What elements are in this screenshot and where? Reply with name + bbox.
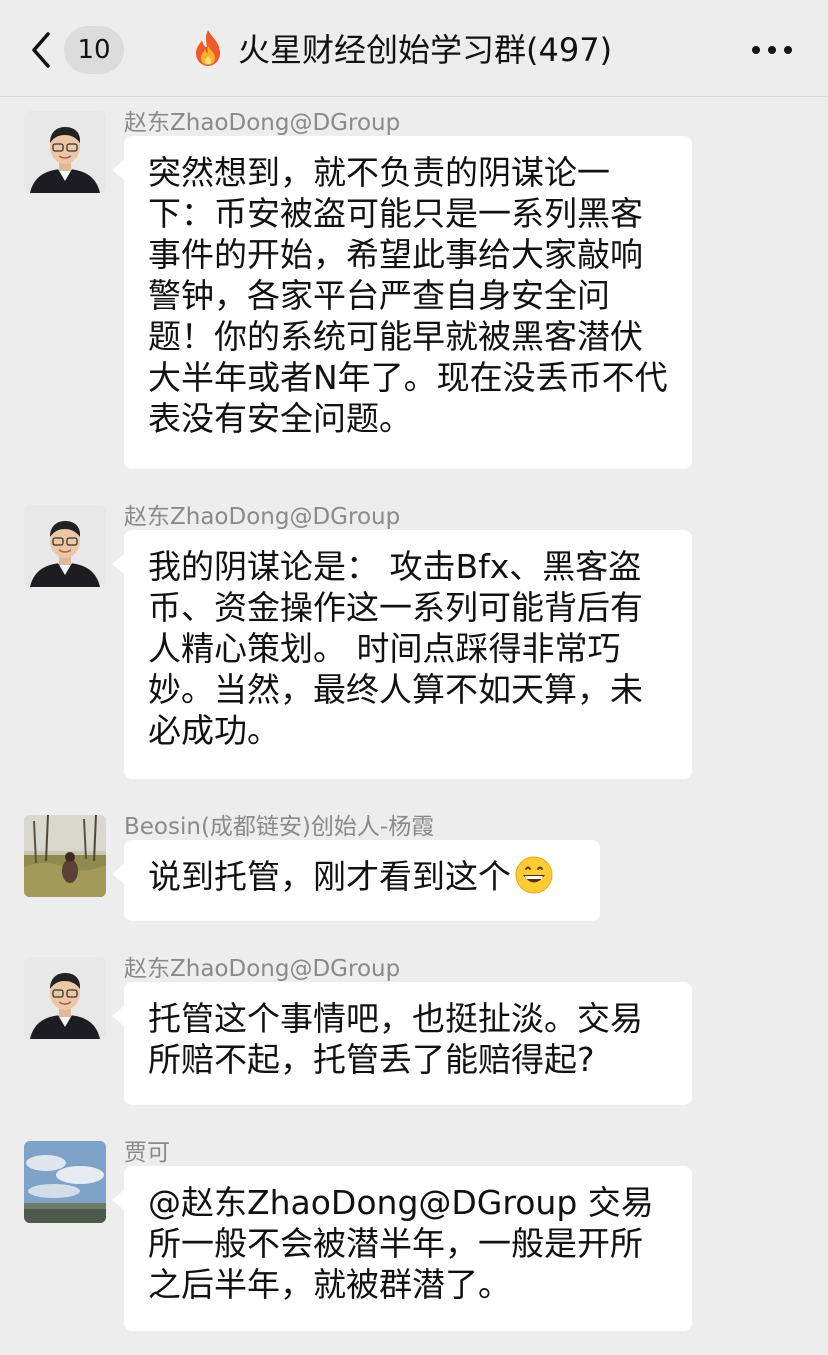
sender-name: 赵东ZhaoDong@DGroup — [124, 504, 401, 530]
chat-title: 火星财经创始学习群(497) — [238, 31, 613, 69]
message-text: 托管这个事情吧，也挺扯淡。交易所赔不起，托管丢了能赔得起? — [148, 999, 643, 1079]
chat-header: 10 火星财经创始学习群(497) — [0, 0, 828, 97]
person-photo-icon — [24, 111, 106, 193]
chat-title-group: 火星财经创始学习群(497) — [190, 22, 612, 74]
more-dot-icon — [784, 46, 792, 54]
outdoor-photo-icon — [24, 815, 106, 897]
unread-count-badge[interactable]: 10 — [64, 26, 124, 74]
person-photo-icon — [24, 957, 106, 1039]
message-bubble[interactable]: 突然想到，就不负责的阴谋论一下：币安被盗可能只是一系列黑客事件的开始，希望此事给… — [112, 136, 692, 469]
message-text: 突然想到，就不负责的阴谋论一下：币安被盗可能只是一系列黑客事件的开始，希望此事给… — [148, 153, 668, 438]
avatar-beosin[interactable] — [24, 815, 106, 897]
sender-name: 赵东ZhaoDong@DGroup — [124, 110, 401, 136]
more-dot-icon — [752, 46, 760, 54]
message-text: @赵东ZhaoDong@DGroup 交易所一般不会被潜半年，一般是开所之后半年… — [148, 1183, 654, 1304]
message-bubble[interactable]: 说到托管，刚才看到这个 — [112, 840, 600, 921]
avatar-zhaodong[interactable] — [24, 111, 106, 193]
avatar-zhaodong[interactable] — [24, 505, 106, 587]
sky-photo-icon — [24, 1141, 106, 1223]
sender-name: 赵东ZhaoDong@DGroup — [124, 956, 401, 982]
sender-name: 贾可 — [124, 1140, 170, 1166]
grinning-face-emoji-icon — [515, 856, 553, 894]
message-bubble[interactable]: 我的阴谋论是： 攻击Bfx、黑客盗币、资金操作这一系列可能背后有人精心策划。 时… — [112, 530, 692, 779]
avatar-jiake[interactable] — [24, 1141, 106, 1223]
person-photo-icon — [24, 505, 106, 587]
message-bubble[interactable]: @赵东ZhaoDong@DGroup 交易所一般不会被潜半年，一般是开所之后半年… — [112, 1166, 692, 1331]
avatar-zhaodong[interactable] — [24, 957, 106, 1039]
message-bubble[interactable]: 托管这个事情吧，也挺扯淡。交易所赔不起，托管丢了能赔得起? — [112, 982, 692, 1105]
sender-name: Beosin(成都链安)创始人-杨霞 — [124, 814, 435, 840]
fire-icon — [196, 30, 220, 66]
back-arrow-icon[interactable] — [26, 30, 56, 70]
message-text: 我的阴谋论是： 攻击Bfx、黑客盗币、资金操作这一系列可能背后有人精心策划。 时… — [148, 547, 643, 750]
more-options-button[interactable] — [752, 44, 792, 56]
message-text: 说到托管，刚才看到这个 — [148, 857, 511, 896]
more-dot-icon — [768, 46, 776, 54]
